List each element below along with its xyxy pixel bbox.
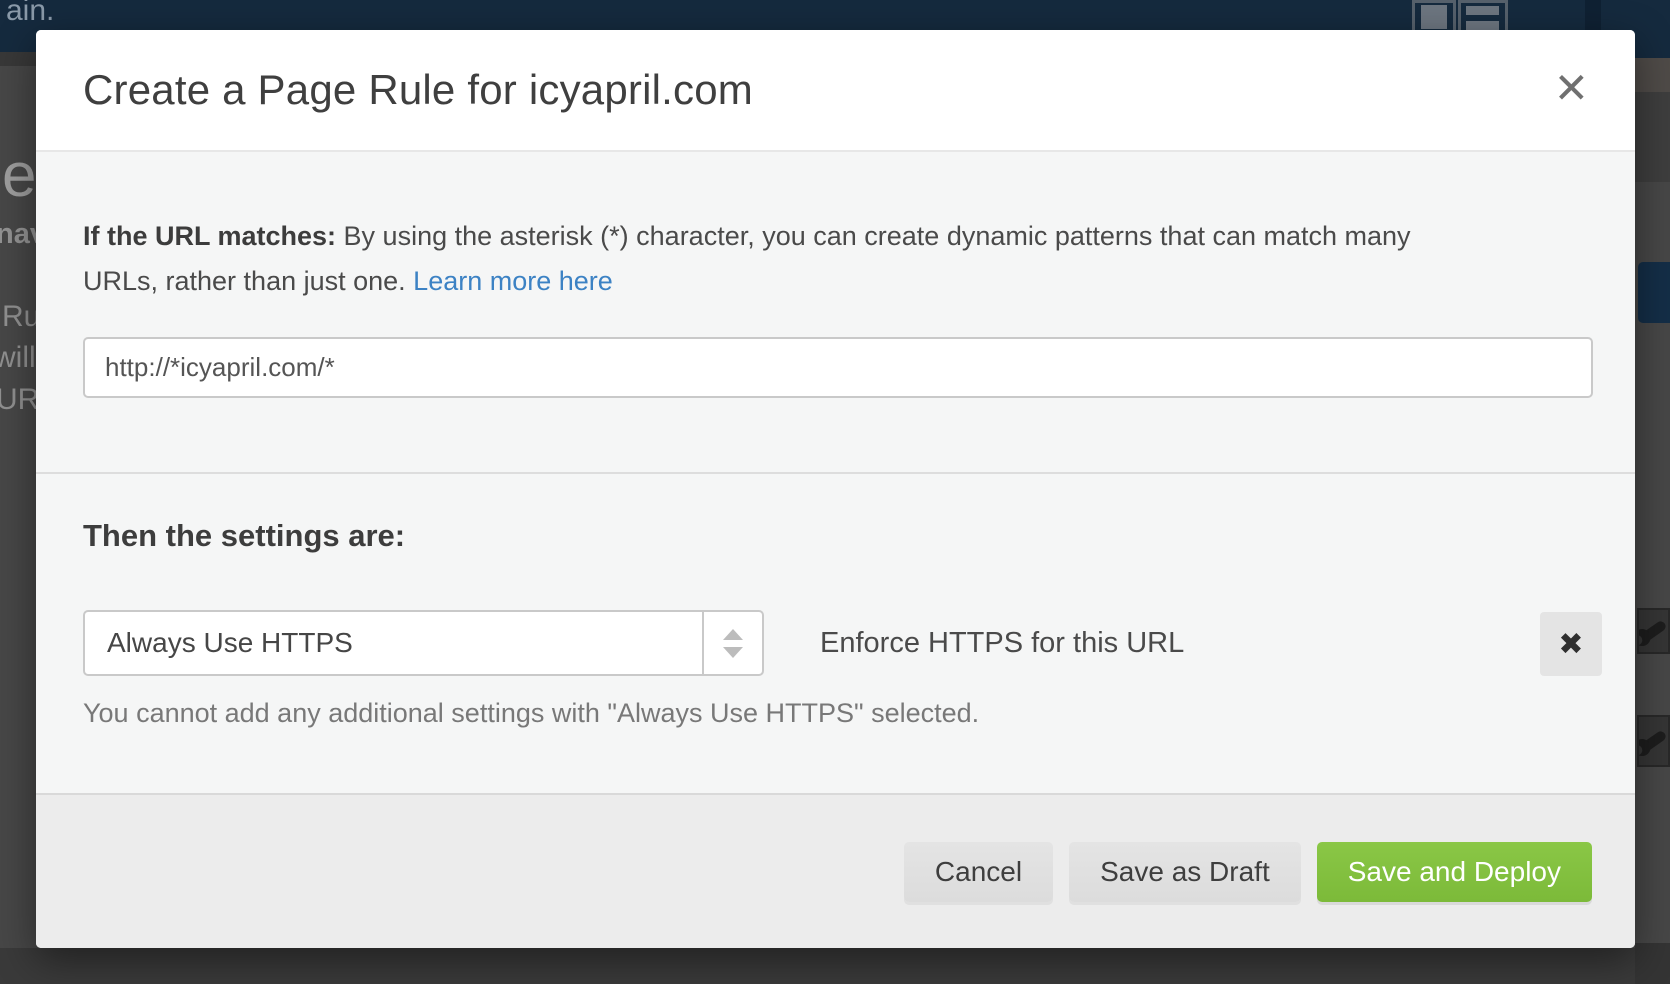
wrench-icon bbox=[1640, 729, 1667, 752]
chevron-down-icon bbox=[723, 647, 743, 658]
save-and-deploy-button[interactable]: Save and Deploy bbox=[1317, 842, 1592, 902]
modal-title: Create a Page Rule for icyapril.com bbox=[83, 66, 753, 114]
setting-note: You cannot add any additional settings w… bbox=[83, 698, 979, 729]
modal-body: If the URL matches: By using the asteris… bbox=[36, 152, 1635, 793]
background-right-band bbox=[1635, 92, 1670, 182]
background-grid-icon-square bbox=[1421, 5, 1447, 29]
background-text-fragment: e bbox=[2, 140, 36, 211]
background-bottom-band bbox=[0, 948, 1670, 984]
save-as-draft-button[interactable]: Save as Draft bbox=[1069, 842, 1301, 902]
chevron-up-icon bbox=[723, 629, 743, 640]
setting-description: Enforce HTTPS for this URL bbox=[820, 610, 1184, 676]
learn-more-link[interactable]: Learn more here bbox=[413, 266, 613, 296]
cancel-button[interactable]: Cancel bbox=[904, 842, 1053, 902]
background-text-fragment: UR bbox=[0, 383, 39, 417]
url-match-description: If the URL matches: By using the asteris… bbox=[83, 214, 1483, 304]
select-stepper-icon bbox=[702, 612, 762, 674]
background-subheader-band bbox=[0, 52, 36, 66]
background-text-fragment: Ru bbox=[2, 300, 40, 334]
modal-footer: Cancel Save as Draft Save and Deploy bbox=[36, 793, 1635, 948]
section-divider bbox=[36, 472, 1635, 474]
close-icon[interactable]: ✕ bbox=[1554, 67, 1589, 109]
background-text-fragment: will bbox=[0, 341, 36, 375]
background-right-bottom-band bbox=[1635, 943, 1670, 984]
remove-setting-button[interactable]: ✖ bbox=[1540, 612, 1602, 676]
wrench-icon bbox=[1640, 619, 1667, 642]
background-blue-button-fragment bbox=[1638, 262, 1670, 323]
url-match-label: If the URL matches: bbox=[83, 221, 336, 251]
background-text-fragment: ain. bbox=[6, 0, 54, 28]
background-list-icon-bar bbox=[1466, 6, 1499, 15]
background-edit-row-fragment bbox=[1637, 608, 1670, 654]
settings-heading: Then the settings are: bbox=[83, 518, 405, 554]
background-list-icon-bar bbox=[1466, 21, 1499, 30]
setting-select-dropdown[interactable]: Always Use HTTPS bbox=[83, 610, 764, 676]
background-navbar-icon-fragment bbox=[1585, 0, 1601, 30]
modal-header: Create a Page Rule for icyapril.com ✕ bbox=[36, 30, 1635, 152]
setting-select-value: Always Use HTTPS bbox=[107, 612, 353, 674]
background-edit-row-fragment bbox=[1637, 715, 1670, 767]
background-right-band bbox=[1635, 58, 1670, 92]
url-pattern-input[interactable] bbox=[83, 337, 1593, 398]
create-page-rule-modal: Create a Page Rule for icyapril.com ✕ If… bbox=[36, 30, 1635, 948]
